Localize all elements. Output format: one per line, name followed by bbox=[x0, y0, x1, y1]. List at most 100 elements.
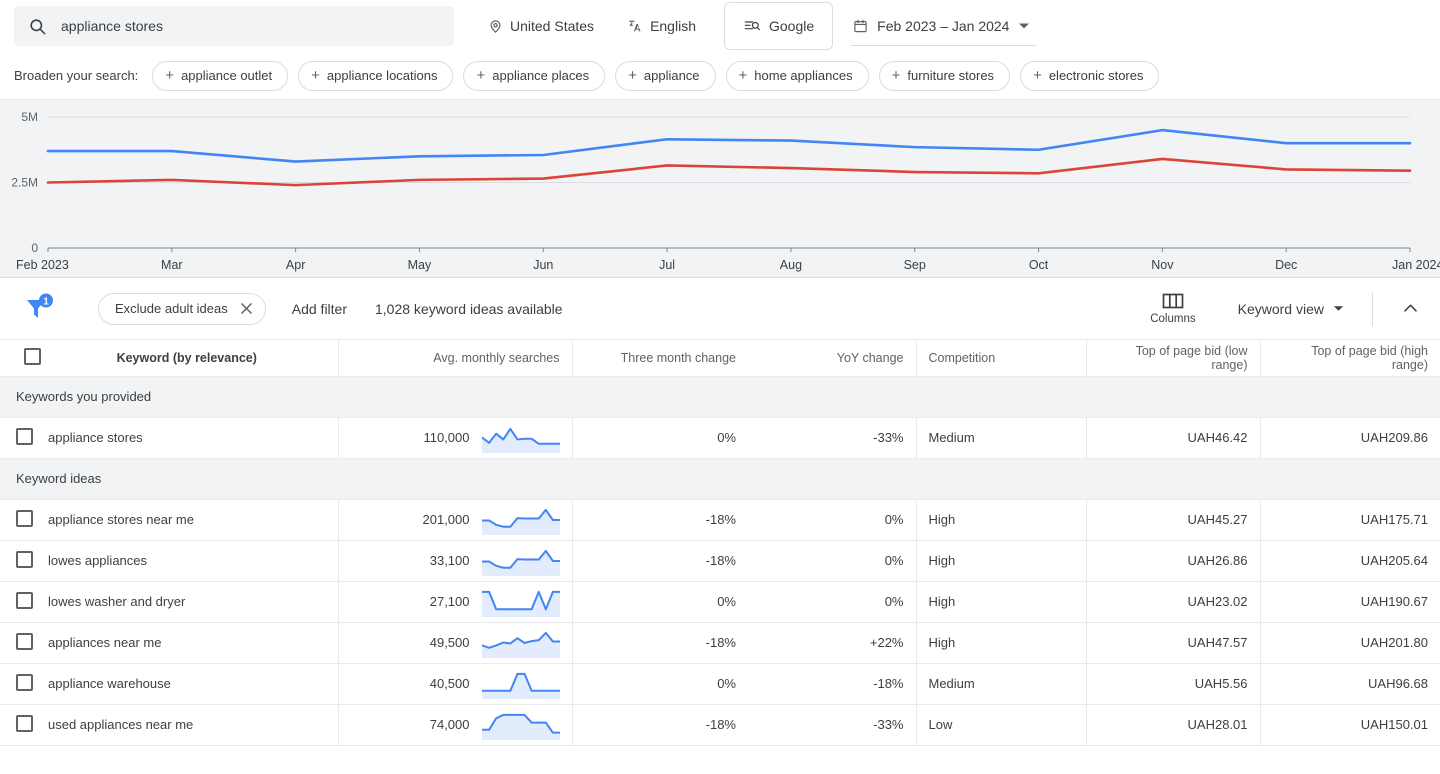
avg-monthly-value: 110,000 bbox=[423, 430, 470, 445]
broaden-chip-label: appliance bbox=[643, 68, 700, 83]
svg-text:Nov: Nov bbox=[1151, 258, 1174, 272]
avg-monthly-value: 201,000 bbox=[422, 512, 470, 527]
plus-icon: + bbox=[738, 67, 748, 84]
language-label: English bbox=[650, 18, 696, 34]
row-checkbox[interactable] bbox=[16, 509, 33, 527]
cell-keyword[interactable]: lowes appliances bbox=[48, 540, 338, 582]
cell-yoy-change: -33% bbox=[748, 417, 916, 459]
network-selector[interactable]: Google bbox=[723, 2, 834, 50]
row-select-cell bbox=[0, 704, 48, 746]
filter-icon[interactable]: 1 bbox=[22, 292, 56, 326]
cell-keyword[interactable]: appliance stores bbox=[48, 417, 338, 459]
table-row[interactable]: used appliances near me 74,000 -18% -33% Low… bbox=[0, 704, 1440, 746]
cell-competition: High bbox=[915, 581, 1086, 623]
cell-competition: High bbox=[915, 540, 1086, 582]
broaden-chip[interactable]: + appliance places bbox=[463, 60, 606, 91]
exclude-adult-ideas-chip[interactable]: Exclude adult ideas bbox=[98, 292, 266, 325]
broaden-chip[interactable]: + furniture stores bbox=[878, 60, 1011, 91]
date-range-label: Feb 2023 – Jan 2024 bbox=[877, 17, 1010, 34]
chevron-down-icon[interactable] bbox=[1018, 20, 1030, 32]
cell-avg-monthly-searches: 201,000 bbox=[337, 499, 572, 541]
broaden-chip-label: appliance places bbox=[492, 68, 590, 83]
broaden-chip[interactable]: + home appliances bbox=[725, 60, 869, 91]
cell-keyword[interactable]: lowes washer and dryer bbox=[48, 581, 338, 623]
search-input[interactable]: appliance stores bbox=[14, 6, 454, 46]
trend-chart-svg: 0 2.5M 5M Feb 2023 Mar Apr May Jun Jul Aug Sep Oct N… bbox=[11, 110, 1440, 272]
add-filter-button[interactable]: Add filter bbox=[292, 301, 347, 317]
search-icon bbox=[28, 17, 47, 36]
toolbar-divider bbox=[1372, 291, 1373, 326]
row-checkbox[interactable] bbox=[16, 714, 33, 732]
select-all-header bbox=[0, 340, 48, 377]
group-row-keywords-provided-label: Keywords you provided bbox=[0, 376, 1440, 418]
svg-text:Apr: Apr bbox=[286, 258, 305, 272]
search-volume-chart: 0 2.5M 5M Feb 2023 Mar Apr May Jun Jul Aug Sep Oct N… bbox=[0, 100, 1440, 278]
svg-text:Feb 2023: Feb 2023 bbox=[16, 258, 69, 272]
svg-text:Dec: Dec bbox=[1275, 258, 1297, 272]
sparkline bbox=[481, 672, 560, 699]
date-range-selector[interactable]: Feb 2023 – Jan 2024 bbox=[851, 6, 1037, 46]
broaden-chip[interactable]: + electronic stores bbox=[1020, 60, 1160, 91]
cell-avg-monthly-searches: 74,000 bbox=[337, 704, 572, 746]
chevron-down-icon bbox=[1333, 303, 1344, 314]
collapse-chart-button[interactable] bbox=[1395, 293, 1426, 324]
table-row[interactable]: appliance stores near me 201,000 -18% 0% Hig… bbox=[0, 499, 1440, 541]
header-avg-monthly[interactable]: Avg. monthly searches bbox=[337, 340, 572, 377]
cell-competition: High bbox=[915, 499, 1086, 541]
header-yoy[interactable]: YoY change bbox=[748, 340, 916, 377]
svg-text:2.5M: 2.5M bbox=[11, 176, 38, 190]
close-icon[interactable] bbox=[240, 302, 253, 315]
broaden-search-label: Broaden your search: bbox=[14, 68, 139, 83]
avg-monthly-value: 49,500 bbox=[429, 635, 470, 650]
cell-three-month-change: -18% bbox=[571, 704, 748, 746]
row-checkbox[interactable] bbox=[16, 550, 33, 568]
search-input-value: appliance stores bbox=[61, 18, 163, 34]
cell-bid-high: UAH201.80 bbox=[1259, 622, 1440, 664]
table-row[interactable]: appliance warehouse 40,500 0% -18% Medium UAH… bbox=[0, 663, 1440, 705]
row-checkbox[interactable] bbox=[16, 427, 33, 445]
cell-keyword[interactable]: appliances near me bbox=[48, 622, 338, 664]
group-row-keyword-ideas-label: Keyword ideas bbox=[0, 458, 1440, 500]
select-all-checkbox[interactable] bbox=[23, 347, 41, 365]
header-competition[interactable]: Competition bbox=[915, 340, 1086, 377]
cell-keyword[interactable]: appliance warehouse bbox=[48, 663, 338, 705]
table-toolbar: 1 Exclude adult ideas Add filter 1,028 k… bbox=[0, 278, 1440, 340]
cell-keyword[interactable]: appliance stores near me bbox=[48, 499, 338, 541]
keyword-view-dropdown[interactable]: Keyword view bbox=[1238, 301, 1344, 317]
broaden-chip-label: furniture stores bbox=[907, 68, 995, 83]
cell-three-month-change: 0% bbox=[571, 581, 748, 623]
cell-three-month-change: -18% bbox=[571, 499, 748, 541]
cell-bid-low: UAH5.56 bbox=[1085, 663, 1260, 705]
table-row[interactable]: lowes washer and dryer 27,100 0% 0% High UAH2… bbox=[0, 581, 1440, 623]
sparkline bbox=[481, 549, 560, 576]
broaden-chip[interactable]: + appliance locations bbox=[298, 60, 454, 91]
table-row[interactable]: lowes appliances 33,100 -18% 0% High UAH26.86… bbox=[0, 540, 1440, 582]
header-bid-low[interactable]: Top of page bid (low range) bbox=[1085, 340, 1260, 377]
table-row[interactable]: appliance stores 110,000 0% -33% Medium UAH46… bbox=[0, 417, 1440, 459]
table-row[interactable]: appliances near me 49,500 -18% +22% High UAH4… bbox=[0, 622, 1440, 664]
broaden-chip-label: appliance locations bbox=[326, 68, 438, 83]
broaden-chip-label: electronic stores bbox=[1048, 68, 1144, 83]
row-checkbox[interactable] bbox=[16, 632, 33, 650]
columns-button[interactable]: Columns bbox=[1140, 292, 1205, 325]
header-three-month[interactable]: Three month change bbox=[571, 340, 748, 377]
svg-text:0: 0 bbox=[31, 241, 38, 255]
cell-bid-low: UAH28.01 bbox=[1085, 704, 1260, 746]
cell-yoy-change: 0% bbox=[748, 540, 916, 582]
row-checkbox[interactable] bbox=[16, 673, 33, 691]
language-selector[interactable]: English bbox=[616, 6, 706, 46]
row-select-cell bbox=[0, 663, 48, 705]
table-body: Keywords you provided appliance stores 110… bbox=[0, 376, 1440, 746]
cell-bid-high: UAH205.64 bbox=[1259, 540, 1440, 582]
toolbar-right-controls: Columns Keyword view bbox=[1140, 291, 1426, 326]
row-checkbox[interactable] bbox=[16, 591, 33, 609]
cell-keyword[interactable]: used appliances near me bbox=[48, 704, 338, 746]
cell-avg-monthly-searches: 40,500 bbox=[337, 663, 572, 705]
broaden-chip[interactable]: + appliance outlet bbox=[152, 60, 289, 91]
broaden-chip[interactable]: + appliance bbox=[615, 60, 716, 91]
calendar-icon bbox=[853, 18, 868, 34]
header-bid-high[interactable]: Top of page bid (high range) bbox=[1259, 340, 1440, 377]
header-keyword[interactable]: Keyword (by relevance) bbox=[48, 340, 338, 377]
location-selector[interactable]: United States bbox=[478, 6, 604, 46]
cell-three-month-change: 0% bbox=[571, 663, 748, 705]
